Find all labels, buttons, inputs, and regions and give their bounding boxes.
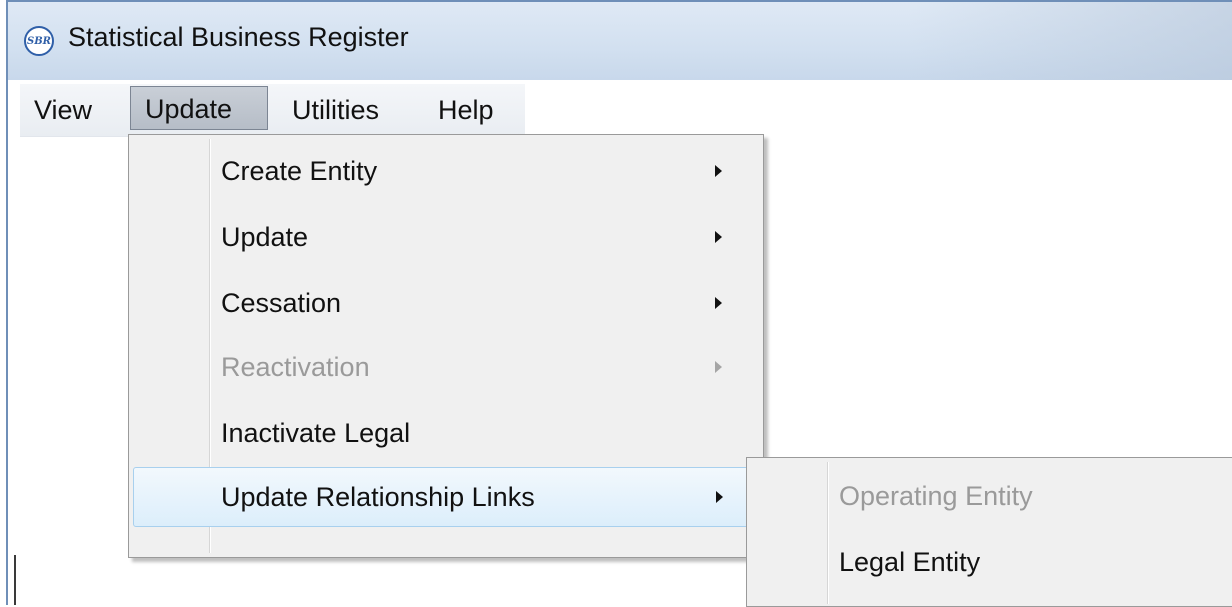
- menu-view[interactable]: View: [34, 84, 92, 136]
- menu-help[interactable]: Help: [438, 84, 494, 136]
- window-title: Statistical Business Register: [68, 22, 409, 52]
- submenu-arrow-icon: [716, 491, 723, 503]
- menu-item-update-relationship-links[interactable]: Update Relationship Links: [133, 467, 759, 527]
- update-dropdown-menu: Create Entity Update Cessation Reactivat…: [128, 134, 764, 558]
- menu-utilities[interactable]: Utilities: [292, 84, 379, 136]
- menu-item-label: Update: [221, 222, 309, 252]
- menu-update[interactable]: Update: [130, 86, 268, 130]
- submenu-arrow-icon: [715, 231, 722, 243]
- relationship-links-submenu: Operating Entity Legal Entity: [746, 457, 1232, 607]
- submenu-item-label: Legal Entity: [839, 547, 981, 577]
- menu-item-label: Reactivation: [221, 352, 370, 382]
- menu-item-inactivate-legal[interactable]: Inactivate Legal: [133, 403, 759, 463]
- submenu-arrow-icon: [715, 165, 722, 177]
- title-bar[interactable]: SBR Statistical Business Register: [8, 2, 1232, 80]
- submenu-arrow-icon: [715, 297, 722, 309]
- menu-bar: View Update Utilities Help: [20, 84, 525, 137]
- sbr-logo-icon: SBR: [24, 26, 54, 56]
- menu-item-label: Create Entity: [221, 156, 378, 186]
- menu-item-cessation[interactable]: Cessation: [133, 273, 759, 333]
- menu-item-label: Update Relationship Links: [221, 482, 535, 512]
- submenu-item-operating-entity: Operating Entity: [751, 466, 1231, 526]
- menu-item-update[interactable]: Update: [133, 207, 759, 267]
- submenu-arrow-icon: [715, 361, 722, 373]
- submenu-item-legal-entity[interactable]: Legal Entity: [751, 532, 1231, 592]
- menu-item-create-entity[interactable]: Create Entity: [133, 141, 759, 201]
- submenu-item-label: Operating Entity: [839, 481, 1033, 511]
- window-edge-line: [14, 555, 16, 605]
- menu-item-label: Inactivate Legal: [221, 418, 411, 448]
- menu-item-reactivation: Reactivation: [133, 337, 759, 397]
- menu-item-label: Cessation: [221, 288, 342, 318]
